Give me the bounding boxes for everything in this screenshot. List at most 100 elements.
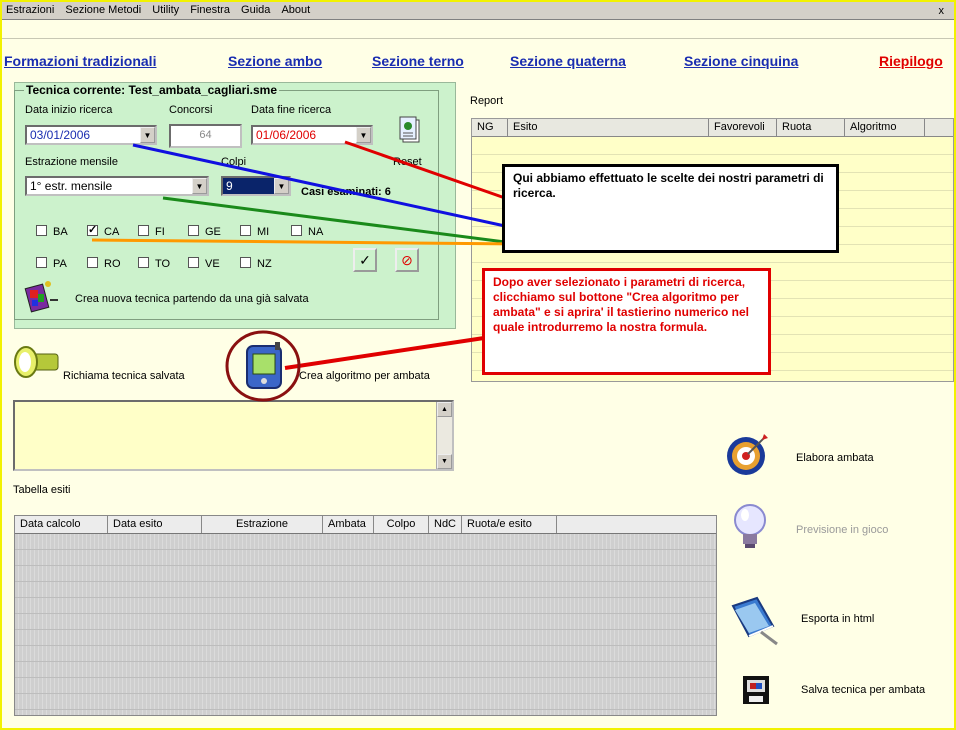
wheel-checkbox-pa[interactable]: PA [36,257,67,270]
nav-formazioni-tradizionali[interactable]: Formazioni tradizionali [4,53,156,69]
wheel-label: FI [155,226,165,238]
cancel-icon: ⊘ [401,252,413,268]
report-col-algoritmo[interactable]: Algoritmo [845,119,925,136]
esiti-col-data-calcolo[interactable]: Data calcolo [15,516,108,533]
wheel-checkbox-ro[interactable]: RO [87,257,121,270]
report-col-ruota[interactable]: Ruota [777,119,845,136]
esiti-col-colpo[interactable]: Colpo [374,516,429,533]
wheel-label: MI [257,226,270,238]
film-save-icon[interactable] [741,674,771,706]
colpi-label: Colpi [221,156,247,168]
esiti-col-ambata[interactable]: Ambata [323,516,374,533]
red-arrow-line [284,336,485,370]
wheel-label: VE [205,258,220,270]
menu-sezione-metodi[interactable]: Sezione Metodi [61,2,145,18]
menu-bar: Estrazioni Sezione Metodi Utility Finest… [2,2,954,20]
wheel-label: NA [308,226,324,238]
esiti-col-ndc[interactable]: NdC [429,516,462,533]
wheel-label: RO [104,258,121,270]
nav-sezione-ambo[interactable]: Sezione ambo [228,53,322,69]
wheel-label: CA [104,226,120,238]
data-fine-label: Data fine ricerca [251,104,332,116]
new-from-saved-label[interactable]: Crea nuova tecnica partendo da una già s… [75,293,309,305]
wheel-checkbox-na[interactable]: NA [291,225,323,238]
esiti-table[interactable]: Data calcolo Data esito Estrazione Ambat… [14,515,717,716]
toolbar-strip [2,21,954,39]
esiti-col-data-esito[interactable]: Data esito [108,516,202,533]
salva-tecnica-label[interactable]: Salva tecnica per ambata [801,684,925,696]
wheel-checkbox-fi[interactable]: FI [138,225,165,238]
report-col-esito[interactable]: Esito [508,119,709,136]
esiti-rows [15,534,716,715]
nav-sezione-cinquina[interactable]: Sezione cinquina [684,53,798,69]
wheel-label: TO [155,258,171,270]
target-icon[interactable] [724,432,770,478]
estrazione-combo[interactable]: 1° estr. mensile ▼ [25,176,209,196]
report-label: Report [470,95,504,107]
current-technique-legend: Tecnica corrente: Test_ambata_cagliari.s… [24,83,280,97]
paint-icon[interactable] [24,278,60,314]
memo-scrollbar[interactable]: ▲ ▼ [436,402,452,469]
wheel-checkbox-ve[interactable]: VE [188,257,220,270]
chevron-down-icon[interactable]: ▼ [274,178,289,194]
wheel-checkbox-to[interactable]: TO [138,257,170,270]
data-inizio-value: 03/01/2006 [30,128,91,142]
wheel-checkbox-nz[interactable]: NZ [240,257,272,270]
concorsi-field: 64 [169,124,242,148]
wheel-checkbox-mi[interactable]: MI [240,225,269,238]
report-header: NG Esito Favorevoli Ruota Algoritmo [472,119,953,137]
book-icon[interactable] [727,596,779,646]
data-fine-combo[interactable]: 01/06/2006 ▼ [251,125,373,145]
report-col-favorevoli[interactable]: Favorevoli [709,119,777,136]
deselect-all-button[interactable]: ⊘ [395,248,419,272]
menu-estrazioni[interactable]: Estrazioni [2,2,58,18]
data-inizio-label: Data inizio ricerca [25,104,113,116]
scroll-up-icon[interactable]: ▲ [437,402,452,417]
annotation-note-algorithm: Dopo aver selezionato i parametri di ric… [482,268,771,375]
concorsi-label: Concorsi [169,104,213,116]
estrazione-label: Estrazione mensile [25,156,118,168]
menu-finestra[interactable]: Finestra [186,2,234,18]
pda-icon[interactable] [243,342,285,392]
formula-textarea[interactable]: ▲ ▼ [13,400,454,471]
chevron-down-icon[interactable]: ▼ [192,178,207,194]
tabella-esiti-label: Tabella esiti [13,484,71,496]
estrazione-value: 1° estr. mensile [30,179,113,193]
data-inizio-combo[interactable]: 03/01/2006 ▼ [25,125,157,145]
menu-guida[interactable]: Guida [237,2,274,18]
check-icon: ✓ [359,252,371,268]
wheel-checkbox-ba[interactable]: BA [36,225,68,238]
reset-icon[interactable] [397,116,423,146]
chevron-down-icon[interactable]: ▼ [140,127,155,143]
wheel-checkbox-ge[interactable]: GE [188,225,221,238]
wheel-label: PA [53,258,67,270]
wheel-checkbox-ca[interactable]: CA [87,223,120,238]
richiama-label[interactable]: Richiama tecnica salvata [63,370,185,382]
colpi-combo[interactable]: 9 ▼ [221,176,291,196]
esiti-col-ruota-esito[interactable]: Ruota/e esito [462,516,557,533]
nav-sezione-quaterna[interactable]: Sezione quaterna [510,53,626,69]
wheel-label: GE [205,226,221,238]
menu-about[interactable]: About [277,2,314,18]
nav-riepilogo[interactable]: Riepilogo [879,53,943,69]
data-fine-value: 01/06/2006 [256,128,317,142]
flashlight-icon[interactable] [12,340,62,382]
lightbulb-icon[interactable] [730,502,770,552]
chevron-down-icon[interactable]: ▼ [356,127,371,143]
close-icon[interactable]: x [935,3,949,19]
nav-sezione-terno[interactable]: Sezione terno [372,53,464,69]
scroll-down-icon[interactable]: ▼ [437,454,452,469]
crea-algoritmo-label[interactable]: Crea algoritmo per ambata [299,370,430,382]
wheel-label: BA [53,226,68,238]
reset-label: Reset [393,156,422,168]
esiti-col-estrazione[interactable]: Estrazione [202,516,323,533]
esporta-html-label[interactable]: Esporta in html [801,613,874,625]
report-col-ng[interactable]: NG [472,119,508,136]
annotation-note-parameters: Qui abbiamo effettuato le scelte dei nos… [502,164,839,253]
select-all-button[interactable]: ✓ [353,248,377,272]
wheel-label: NZ [257,258,272,270]
menu-utility[interactable]: Utility [148,2,183,18]
previsione-label: Previsione in gioco [796,524,889,536]
elabora-ambata-label[interactable]: Elabora ambata [796,452,874,464]
esiti-header: Data calcolo Data esito Estrazione Ambat… [15,516,716,534]
